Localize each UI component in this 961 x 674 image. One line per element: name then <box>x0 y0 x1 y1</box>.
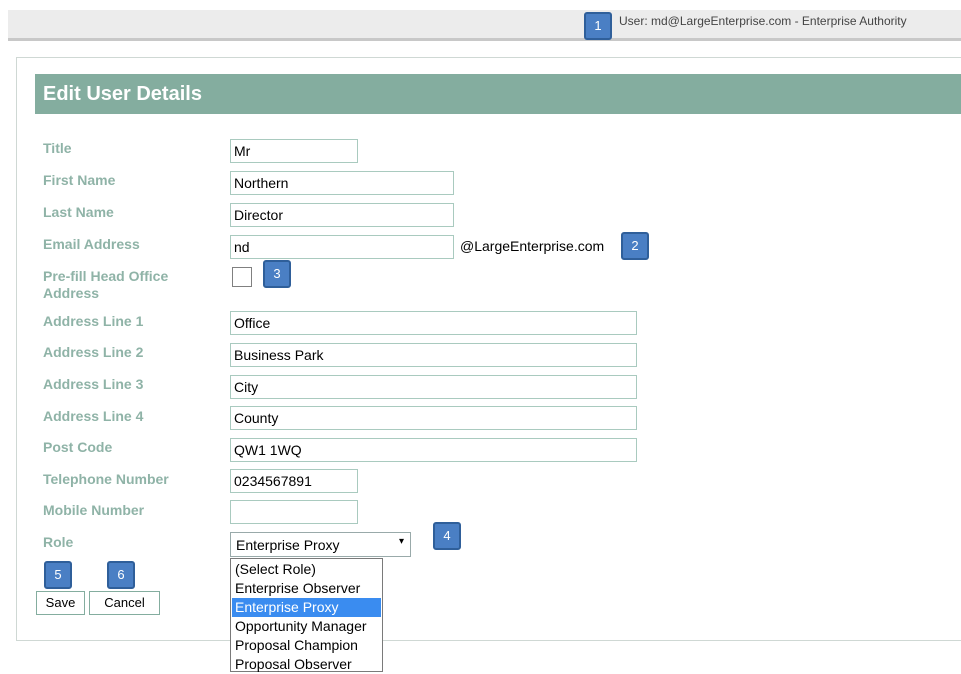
telephone-label: Telephone Number <box>43 471 169 487</box>
prefill-label: Pre-fill Head Office Address <box>43 268 169 301</box>
current-user-info: User: md@LargeEnterprise.com - Enterpris… <box>619 14 907 28</box>
role-label: Role <box>43 534 74 550</box>
page-title: Edit User Details <box>43 83 202 105</box>
last-name-field[interactable] <box>230 203 454 227</box>
annotation-badge-4: 4 <box>433 522 461 550</box>
address2-field[interactable] <box>230 343 637 367</box>
mobile-label: Mobile Number <box>43 502 145 518</box>
telephone-field[interactable] <box>230 469 358 493</box>
cancel-button[interactable]: Cancel <box>89 591 160 615</box>
role-option[interactable]: Opportunity Manager <box>232 617 381 636</box>
annotation-badge-1: 1 <box>584 12 612 40</box>
address1-field[interactable] <box>230 311 637 335</box>
dropdown-arrow-icon: ▾ <box>398 536 404 547</box>
email-domain-suffix: @LargeEnterprise.com <box>460 238 605 254</box>
address3-field[interactable] <box>230 375 637 399</box>
role-option[interactable]: (Select Role) <box>232 560 381 579</box>
email-field[interactable] <box>230 235 454 259</box>
annotation-badge-6: 6 <box>107 561 135 589</box>
role-dropdown-list[interactable]: (Select Role) Enterprise Observer Enterp… <box>230 558 383 672</box>
role-select[interactable]: Enterprise Proxy ▾ <box>230 532 411 557</box>
address4-label: Address Line 4 <box>43 408 144 424</box>
annotation-badge-2: 2 <box>621 232 649 260</box>
title-label: Title <box>43 140 72 156</box>
annotation-badge-3: 3 <box>263 260 291 288</box>
first-name-field[interactable] <box>230 171 454 195</box>
email-label: Email Address <box>43 236 140 252</box>
title-field[interactable] <box>230 139 358 163</box>
first-name-label: First Name <box>43 172 116 188</box>
address2-label: Address Line 2 <box>43 344 144 360</box>
postcode-field[interactable] <box>230 438 637 462</box>
postcode-label: Post Code <box>43 439 113 455</box>
role-option[interactable]: Proposal Champion <box>232 636 381 655</box>
prefill-checkbox[interactable] <box>232 267 252 287</box>
mobile-field[interactable] <box>230 500 358 524</box>
role-option[interactable]: Enterprise Observer <box>232 579 381 598</box>
role-select-value: Enterprise Proxy <box>236 537 340 553</box>
save-button[interactable]: Save <box>36 591 85 615</box>
annotation-badge-5: 5 <box>44 561 72 589</box>
address4-field[interactable] <box>230 406 637 430</box>
role-option[interactable]: Proposal Observer <box>232 655 381 674</box>
address3-label: Address Line 3 <box>43 376 144 392</box>
address1-label: Address Line 1 <box>43 313 144 329</box>
role-option-selected[interactable]: Enterprise Proxy <box>232 598 381 617</box>
last-name-label: Last Name <box>43 204 114 220</box>
